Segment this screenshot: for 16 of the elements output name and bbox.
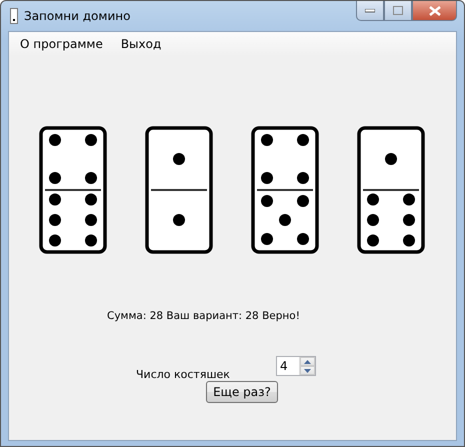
app-icon <box>10 8 18 24</box>
number-spinner[interactable]: 4 <box>276 356 316 376</box>
maximize-button[interactable] <box>384 1 412 21</box>
window-title: Запомни домино <box>24 9 130 23</box>
maximize-icon <box>393 6 403 15</box>
result-text: Сумма: 28 Ваш вариант: 28 Верно! <box>107 310 301 322</box>
close-icon <box>428 6 440 16</box>
count-label: Число костяшек <box>136 368 231 381</box>
down-arrow-icon[interactable] <box>304 368 311 372</box>
up-arrow-icon[interactable] <box>304 360 311 364</box>
minimize-icon <box>365 8 375 12</box>
close-button[interactable] <box>412 1 457 21</box>
menu-item[interactable]: О программе <box>11 34 112 54</box>
retry-button[interactable]: Еще раз? <box>206 381 278 403</box>
minimize-button[interactable] <box>356 1 384 21</box>
menu-item[interactable]: Выход <box>112 34 170 54</box>
